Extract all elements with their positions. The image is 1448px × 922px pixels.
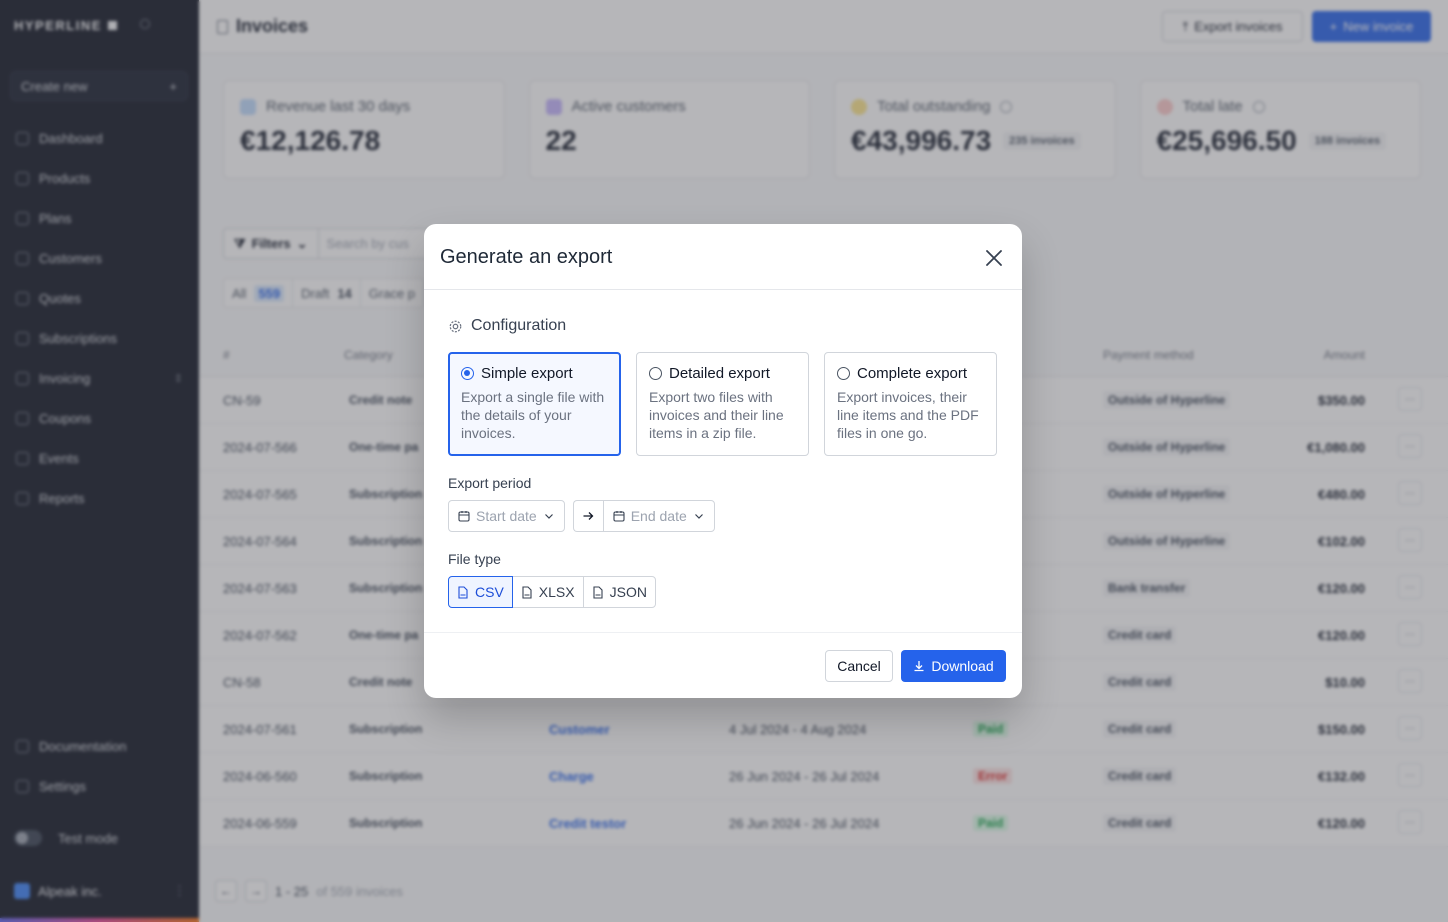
filetype-label: JSON bbox=[609, 584, 647, 600]
close-icon[interactable] bbox=[984, 248, 1004, 268]
filetype-xlsx-button[interactable]: XLSX bbox=[511, 576, 584, 608]
option-label: Simple export bbox=[481, 365, 573, 382]
end-date-picker[interactable]: End date bbox=[602, 500, 715, 532]
option-detailed-export[interactable]: Detailed export Export two files with in… bbox=[636, 352, 809, 456]
gear-icon bbox=[449, 320, 462, 332]
calendar-icon bbox=[613, 511, 625, 522]
download-icon bbox=[914, 661, 924, 672]
export-period-label: Export period bbox=[448, 475, 532, 491]
option-description: Export a single file with the details of… bbox=[461, 389, 605, 441]
option-description: Export two files with invoices and their… bbox=[649, 389, 784, 441]
configuration-heading: Configuration bbox=[448, 317, 566, 335]
file-json-icon bbox=[593, 585, 603, 599]
filetype-label: XLSX bbox=[538, 584, 575, 600]
export-type-options: Simple export Export a single file with … bbox=[448, 352, 997, 456]
radio-icon[interactable] bbox=[837, 367, 850, 380]
filetype-json-button[interactable]: JSON bbox=[582, 576, 656, 608]
modal-footer: Cancel Download bbox=[424, 632, 1022, 698]
file-csv-icon bbox=[458, 585, 468, 599]
filetype-label: CSV bbox=[475, 584, 504, 600]
configuration-label: Configuration bbox=[471, 317, 567, 334]
chevron-down-icon bbox=[544, 514, 553, 519]
end-date-placeholder: End date bbox=[630, 508, 687, 524]
export-modal: Generate an export Configuration Simple … bbox=[424, 224, 1022, 698]
start-date-placeholder: Start date bbox=[476, 508, 537, 524]
export-period-row: Start date End date bbox=[448, 500, 715, 532]
modal-title: Generate an export bbox=[440, 246, 613, 268]
file-type-label: File type bbox=[448, 551, 501, 567]
radio-icon[interactable] bbox=[461, 367, 474, 380]
cancel-button[interactable]: Cancel bbox=[825, 650, 893, 682]
option-simple-export[interactable]: Simple export Export a single file with … bbox=[448, 352, 621, 456]
option-label: Detailed export bbox=[669, 365, 770, 382]
download-button[interactable]: Download bbox=[901, 650, 1006, 682]
download-label: Download bbox=[931, 658, 994, 674]
file-xlsx-icon bbox=[522, 585, 532, 599]
start-date-picker[interactable]: Start date bbox=[448, 500, 565, 532]
filetype-csv-button[interactable]: CSV bbox=[448, 576, 513, 608]
option-label: Complete export bbox=[857, 365, 968, 382]
arrow-right-icon bbox=[572, 500, 603, 532]
file-type-selector: CSV XLSX JSON bbox=[448, 576, 656, 608]
radio-icon[interactable] bbox=[649, 367, 662, 380]
chevron-down-icon bbox=[694, 514, 703, 519]
option-description: Export invoices, their line items and th… bbox=[837, 389, 979, 441]
calendar-icon bbox=[458, 511, 470, 522]
modal-header: Generate an export bbox=[424, 224, 1022, 290]
option-complete-export[interactable]: Complete export Export invoices, their l… bbox=[824, 352, 997, 456]
